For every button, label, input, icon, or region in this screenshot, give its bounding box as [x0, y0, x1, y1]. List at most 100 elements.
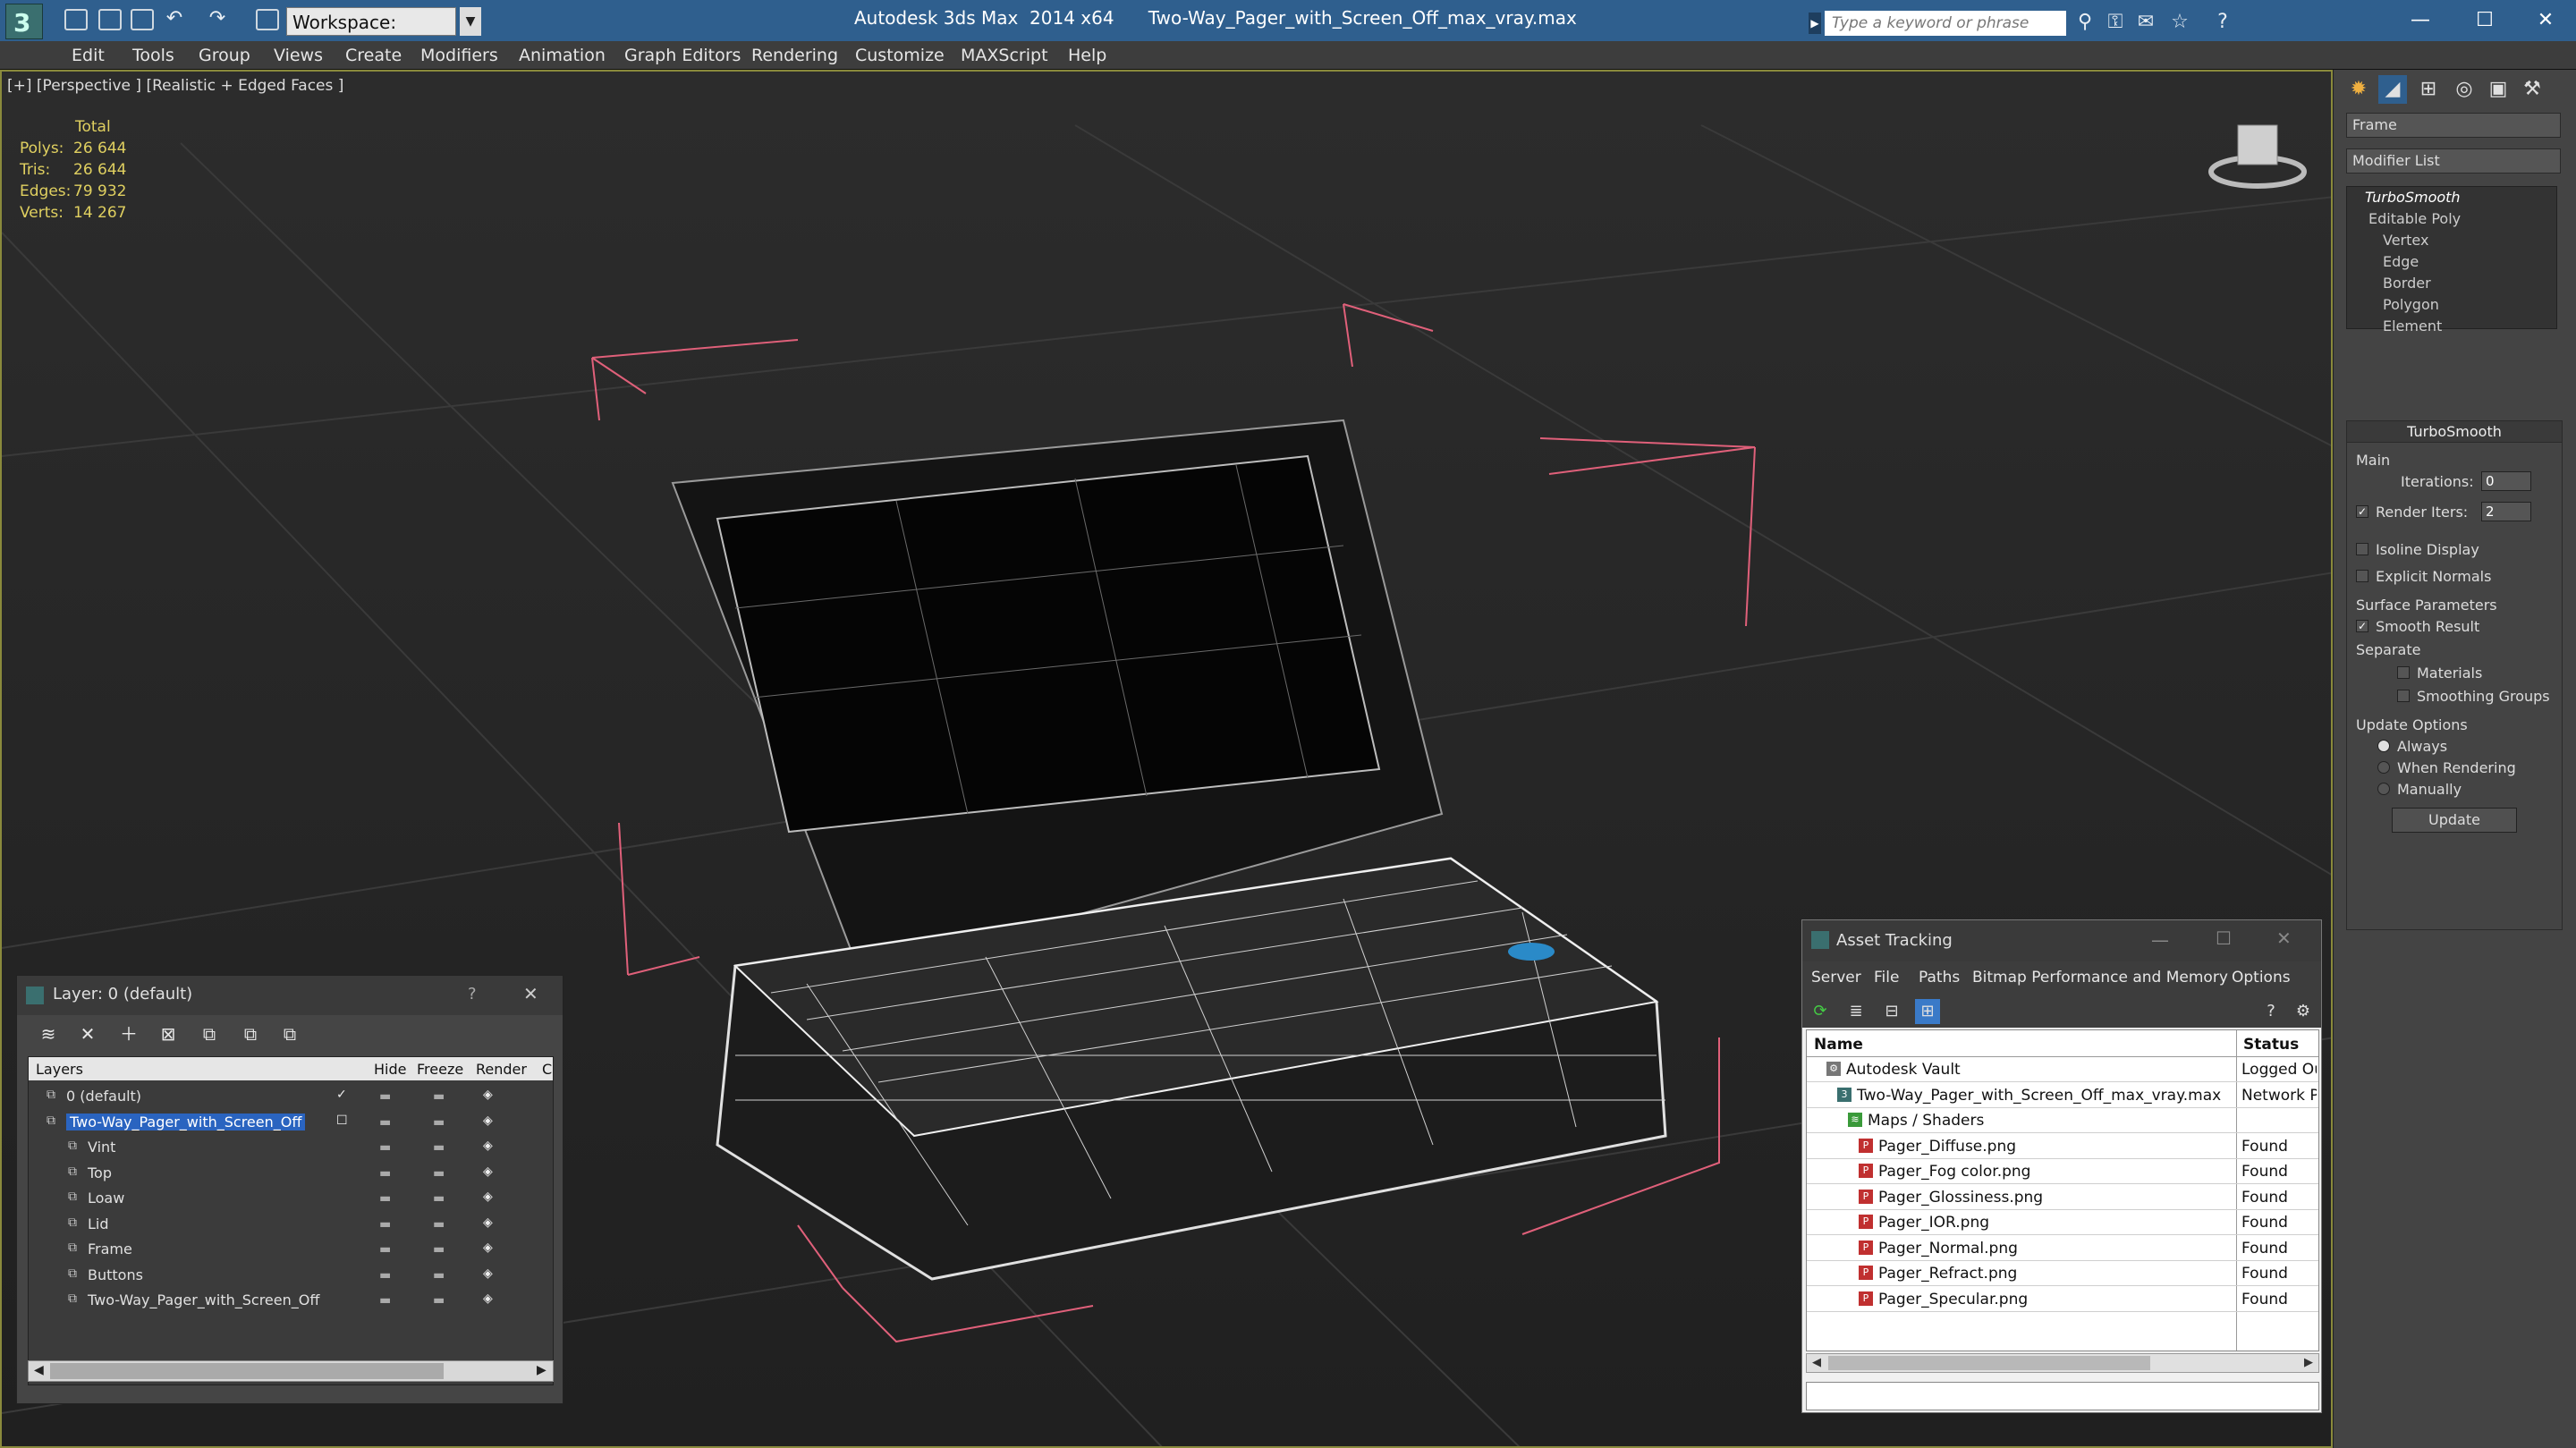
- col-hide[interactable]: Hide: [374, 1061, 406, 1078]
- asset-name[interactable]: Pager_Diffuse.png: [1878, 1138, 2016, 1156]
- stack-item-edge[interactable]: Edge: [2383, 253, 2419, 270]
- layer-row[interactable]: ⧉ Two-Way_Pager_with_Screen_Off ☐ ▬ ▬ ◈: [29, 1110, 553, 1135]
- subscription-icon[interactable]: ⚿: [2104, 11, 2127, 34]
- undo-icon[interactable]: ↶: [163, 7, 186, 30]
- col-freeze[interactable]: Freeze: [417, 1061, 463, 1078]
- menu-tools[interactable]: Tools: [132, 46, 174, 65]
- layer-name[interactable]: Two-Way_Pager_with_Screen_Off: [66, 1113, 306, 1130]
- smoothing-groups-checkbox[interactable]: [2397, 690, 2410, 702]
- layer-row[interactable]: ⧉ Vint ▬ ▬ ◈: [29, 1135, 553, 1160]
- stack-item-border[interactable]: Border: [2383, 275, 2431, 292]
- layer-row[interactable]: ⧉ Two-Way_Pager_with_Screen_Off ▬ ▬ ◈: [29, 1288, 553, 1313]
- always-radio[interactable]: [2377, 740, 2390, 752]
- asset-row[interactable]: ⚙ Autodesk Vault Logged Out: [1807, 1057, 2318, 1082]
- add-to-layer-icon[interactable]: ＋: [117, 1022, 140, 1046]
- menu-animation[interactable]: Animation: [519, 46, 606, 65]
- asset-name[interactable]: Pager_Normal.png: [1878, 1240, 2018, 1257]
- search-expand-icon[interactable]: ▶: [1809, 13, 1821, 34]
- layer-row[interactable]: ⧉ Buttons ▬ ▬ ◈: [29, 1263, 553, 1288]
- layer-hscrollbar[interactable]: ◀ ▶: [28, 1360, 554, 1382]
- render-toggle-icon[interactable]: ◈: [483, 1164, 493, 1179]
- freeze-toggle-icon[interactable]: ▬: [433, 1140, 445, 1155]
- stack-item-element[interactable]: Element: [2383, 318, 2442, 334]
- when-rendering-radio[interactable]: [2377, 761, 2390, 774]
- asset-status-field[interactable]: [1806, 1382, 2319, 1410]
- layer-name[interactable]: Top: [88, 1164, 112, 1181]
- asset-row[interactable]: P Pager_Diffuse.png Found: [1807, 1134, 2318, 1159]
- stack-item-vertex[interactable]: Vertex: [2383, 232, 2428, 249]
- hide-toggle-icon[interactable]: ▬: [379, 1268, 391, 1283]
- layer-row[interactable]: ⧉ Lid ▬ ▬ ◈: [29, 1212, 553, 1237]
- menu-graph-editors[interactable]: Graph Editors: [624, 46, 741, 65]
- favorites-star-icon[interactable]: ☆: [2168, 11, 2191, 34]
- hierarchy-tab-icon[interactable]: ⊞: [2414, 75, 2443, 104]
- help-icon[interactable]: ?: [2211, 11, 2234, 34]
- layer-row[interactable]: ⧉ Frame ▬ ▬ ◈: [29, 1237, 553, 1262]
- hide-toggle-icon[interactable]: ▬: [379, 1217, 391, 1232]
- asset-minimize-icon[interactable]: —: [2151, 929, 2169, 951]
- highlight-layer-icon[interactable]: ⧉: [198, 1022, 221, 1046]
- asset-settings-icon[interactable]: ⚙: [2291, 999, 2316, 1024]
- asset-name[interactable]: Pager_Fog color.png: [1878, 1163, 2030, 1181]
- modify-tab-icon[interactable]: ◢: [2378, 75, 2407, 104]
- freeze-toggle-icon[interactable]: ▬: [433, 1293, 445, 1308]
- render-toggle-icon[interactable]: ◈: [483, 1266, 493, 1281]
- asset-row[interactable]: P Pager_Glossiness.png Found: [1807, 1185, 2318, 1210]
- asset-row[interactable]: P Pager_Normal.png Found: [1807, 1236, 2318, 1261]
- layer-help-icon[interactable]: ?: [468, 985, 477, 1003]
- materials-checkbox[interactable]: [2397, 666, 2410, 679]
- utilities-tab-icon[interactable]: ⚒: [2518, 75, 2546, 104]
- menu-group[interactable]: Group: [199, 46, 250, 65]
- asset-close-icon[interactable]: ✕: [2276, 927, 2292, 949]
- hide-toggle-icon[interactable]: ▬: [379, 1089, 391, 1104]
- create-tab-icon[interactable]: ✹: [2344, 75, 2373, 104]
- display-tab-icon[interactable]: ▣: [2484, 75, 2512, 104]
- hide-all-icon[interactable]: ⧉: [239, 1022, 262, 1046]
- asset-menu-file[interactable]: File: [1874, 969, 1899, 987]
- update-button[interactable]: Update: [2392, 808, 2517, 833]
- layer-row[interactable]: ⧉ Loaw ▬ ▬ ◈: [29, 1186, 553, 1211]
- hide-toggle-icon[interactable]: ▬: [379, 1293, 391, 1308]
- col-status[interactable]: Status: [2243, 1036, 2299, 1054]
- render-toggle-icon[interactable]: ◈: [483, 1190, 493, 1204]
- layer-name[interactable]: Two-Way_Pager_with_Screen_Off: [88, 1291, 319, 1308]
- communication-center-icon[interactable]: ✉: [2134, 11, 2157, 34]
- render-toggle-icon[interactable]: ◈: [483, 1291, 493, 1306]
- asset-scroll-thumb[interactable]: [1828, 1356, 2150, 1370]
- col-render[interactable]: Render: [476, 1061, 527, 1078]
- viewport-label[interactable]: [+] [Perspective ] [Realistic + Edged Fa…: [7, 77, 343, 95]
- asset-name[interactable]: Pager_IOR.png: [1878, 1214, 1989, 1232]
- hide-toggle-icon[interactable]: ▬: [379, 1115, 391, 1130]
- asset-menu-server[interactable]: Server: [1811, 969, 1861, 987]
- set-current-box-icon[interactable]: ☐: [336, 1114, 348, 1128]
- stack-item-turbosmooth[interactable]: TurboSmooth: [2365, 189, 2461, 206]
- binoculars-icon[interactable]: ⚲: [2073, 11, 2097, 34]
- render-toggle-icon[interactable]: ◈: [483, 1241, 493, 1255]
- freeze-toggle-icon[interactable]: ▬: [433, 1115, 445, 1130]
- motion-tab-icon[interactable]: ◎: [2450, 75, 2479, 104]
- table-view-icon[interactable]: ⊟: [1879, 999, 1904, 1024]
- render-toggle-icon[interactable]: ◈: [483, 1215, 493, 1230]
- render-iters-spinner[interactable]: 2: [2481, 502, 2531, 521]
- layer-close-icon[interactable]: ✕: [523, 983, 538, 1004]
- layer-name[interactable]: Frame: [88, 1241, 132, 1257]
- menu-customize[interactable]: Customize: [855, 46, 945, 65]
- stack-item-editable-poly[interactable]: Editable Poly: [2368, 210, 2461, 227]
- delete-layer-icon[interactable]: ✕: [76, 1022, 99, 1046]
- render-toggle-icon[interactable]: ◈: [483, 1139, 493, 1153]
- workspace-dropdown-arrow-icon[interactable]: ▼: [460, 7, 481, 36]
- menu-help[interactable]: Help: [1068, 46, 1106, 65]
- asset-menu-options[interactable]: Options: [2232, 969, 2291, 987]
- menu-views[interactable]: Views: [274, 46, 323, 65]
- asset-row[interactable]: P Pager_Fog color.png Found: [1807, 1159, 2318, 1184]
- iterations-spinner[interactable]: 0: [2481, 471, 2531, 491]
- menu-modifiers[interactable]: Modifiers: [420, 46, 498, 65]
- isoline-checkbox[interactable]: [2356, 543, 2368, 555]
- smooth-result-checkbox[interactable]: ✓: [2356, 620, 2368, 632]
- freeze-toggle-icon[interactable]: ▬: [433, 1166, 445, 1181]
- asset-row[interactable]: 3 Two-Way_Pager_with_Screen_Off_max_vray.…: [1807, 1083, 2318, 1108]
- list-view-icon[interactable]: ≣: [1843, 999, 1868, 1024]
- asset-row[interactable]: P Pager_IOR.png Found: [1807, 1210, 2318, 1235]
- open-file-icon[interactable]: [98, 9, 122, 30]
- hide-toggle-icon[interactable]: ▬: [379, 1242, 391, 1257]
